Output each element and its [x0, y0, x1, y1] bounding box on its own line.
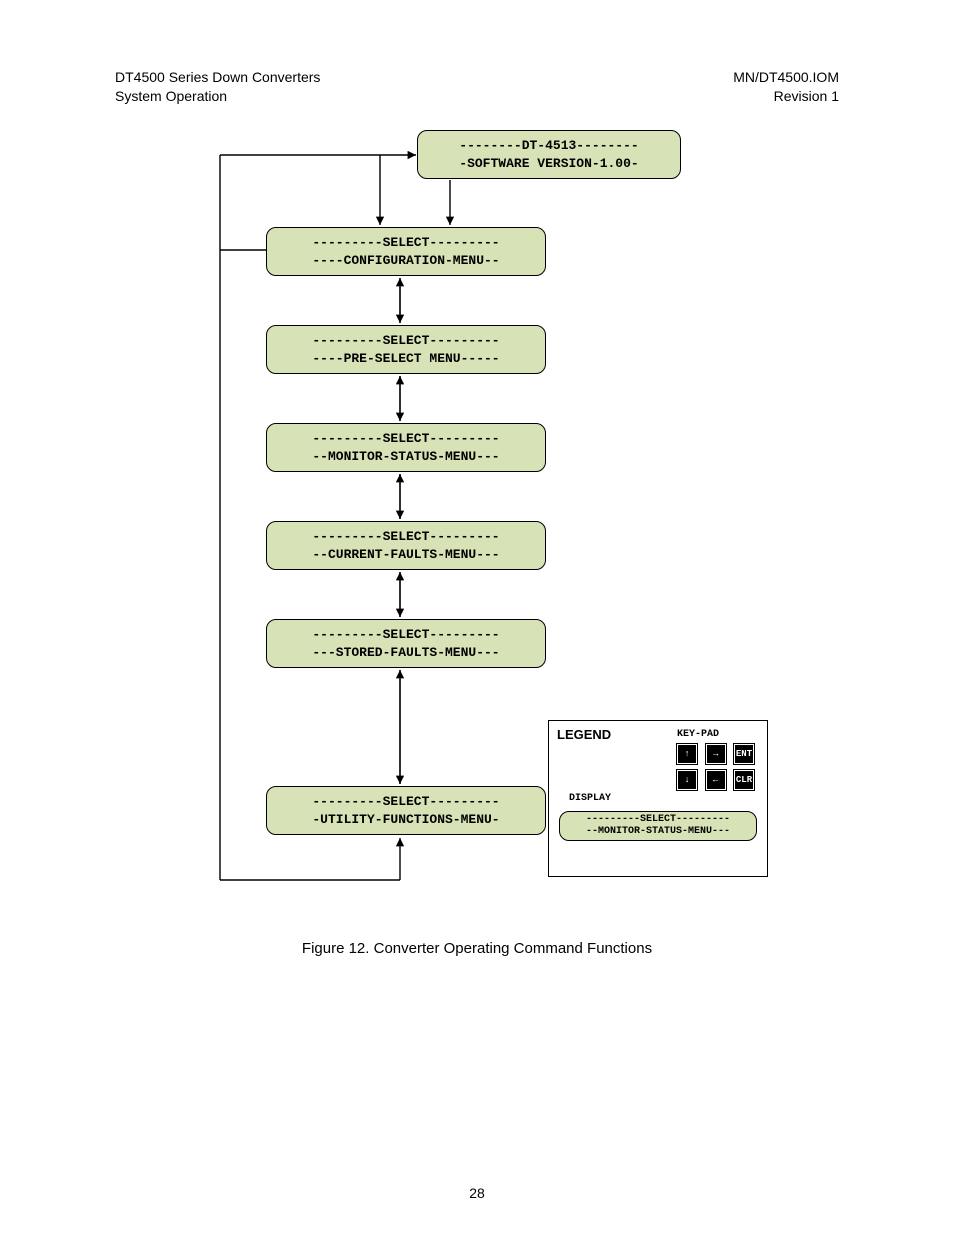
legend-panel: LEGEND KEY-PAD ↑ → ENT ↓ ← CLR DISPLAY -…: [548, 720, 768, 877]
keypad-row-1: ↑ → ENT: [676, 743, 757, 765]
menu-line: ----PRE-SELECT MENU-----: [312, 351, 499, 366]
menu-line: ---------SELECT---------: [312, 627, 499, 642]
menu-box-preselect: ---------SELECT--------- ----PRE-SELECT …: [266, 325, 546, 374]
legend-display-box: ---------SELECT--------- --MONITOR-STATU…: [559, 811, 757, 841]
page: DT4500 Series Down Converters System Ope…: [0, 0, 954, 1235]
menu-line: ---------SELECT---------: [312, 235, 499, 250]
menu-box-monitor-status: ---------SELECT--------- --MONITOR-STATU…: [266, 423, 546, 472]
menu-line: -UTILITY-FUNCTIONS-MENU-: [312, 812, 499, 827]
menu-line: ----CONFIGURATION-MENU--: [312, 253, 499, 268]
left-arrow-icon: ←: [705, 769, 727, 791]
title-box-line1: --------DT-4513--------: [459, 138, 638, 153]
legend-keypad-label: KEY-PAD: [677, 729, 719, 740]
page-number: 28: [0, 1185, 954, 1201]
enter-key-icon: ENT: [733, 743, 755, 765]
legend-title: LEGEND: [557, 727, 611, 742]
down-arrow-icon: ↓: [676, 769, 698, 791]
keypad-row-2: ↓ ← CLR: [676, 769, 757, 791]
title-box-line2: -SOFTWARE VERSION-1.00-: [459, 156, 638, 171]
menu-box-utility-functions: ---------SELECT--------- -UTILITY-FUNCTI…: [266, 786, 546, 835]
title-box: --------DT-4513-------- -SOFTWARE VERSIO…: [417, 130, 681, 179]
menu-box-current-faults: ---------SELECT--------- --CURRENT-FAULT…: [266, 521, 546, 570]
legend-display-label: DISPLAY: [569, 793, 611, 804]
menu-box-stored-faults: ---------SELECT--------- ---STORED-FAULT…: [266, 619, 546, 668]
clear-key-icon: CLR: [733, 769, 755, 791]
menu-line: ---------SELECT---------: [312, 333, 499, 348]
menu-line: ---STORED-FAULTS-MENU---: [312, 645, 499, 660]
menu-line: --CURRENT-FAULTS-MENU---: [312, 547, 499, 562]
up-arrow-icon: ↑: [676, 743, 698, 765]
menu-line: ---------SELECT---------: [312, 529, 499, 544]
menu-line: ---------SELECT---------: [312, 431, 499, 446]
menu-line: --MONITOR-STATUS-MENU---: [312, 449, 499, 464]
figure-caption: Figure 12. Converter Operating Command F…: [0, 940, 954, 957]
right-arrow-icon: →: [705, 743, 727, 765]
menu-box-configuration: ---------SELECT--------- ----CONFIGURATI…: [266, 227, 546, 276]
legend-display-line: --MONITOR-STATUS-MENU---: [586, 826, 730, 837]
legend-display-line: ---------SELECT---------: [586, 814, 730, 825]
menu-line: ---------SELECT---------: [312, 794, 499, 809]
